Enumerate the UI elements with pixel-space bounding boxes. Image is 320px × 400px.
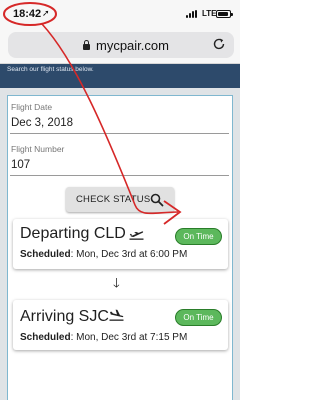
departure-title: Departing CLD	[20, 225, 126, 242]
address-bar[interactable]: mycpair.com	[8, 32, 234, 58]
banner-text: Search our flight status below.	[7, 66, 94, 73]
arrival-title: Arriving SJC	[20, 308, 109, 325]
scheduled-label: Scheduled	[20, 332, 71, 343]
check-status-label: CHECK STATUS	[76, 194, 151, 205]
scheduled-label: Scheduled	[20, 249, 71, 260]
network-type: LTE	[202, 9, 217, 18]
flight-date-label: Flight Date	[11, 102, 53, 112]
status-time: 18:42	[13, 8, 42, 20]
flight-date-field[interactable]: Dec 3, 2018	[11, 117, 73, 129]
flight-number-label: Flight Number	[11, 144, 65, 154]
departure-card: Departing CLD On Time Scheduled: Mon, De…	[13, 219, 228, 269]
status-badge: On Time	[175, 228, 222, 245]
flight-number-field[interactable]: 107	[11, 159, 30, 171]
arrival-card: Arriving SJC On Time Scheduled: Mon, Dec…	[13, 300, 228, 350]
battery-icon	[216, 10, 233, 18]
check-status-button[interactable]: CHECK STATUS	[66, 187, 174, 212]
departure-schedule: Scheduled: Mon, Dec 3rd at 6:00 PM	[20, 249, 187, 260]
reload-icon[interactable]	[212, 37, 226, 51]
location-arrow-icon: ➚	[42, 8, 50, 18]
down-arrow-icon: 🡓	[113, 275, 120, 290]
arrival-schedule: Scheduled: Mon, Dec 3rd at 7:15 PM	[20, 332, 187, 343]
status-bar: 18:42 ➚ LTE	[0, 0, 240, 28]
url-text[interactable]: mycpair.com	[96, 38, 169, 53]
lock-icon	[83, 40, 90, 50]
flight-number-underline	[10, 175, 229, 176]
search-icon	[150, 193, 164, 207]
plane-arrival-icon	[109, 309, 124, 321]
browser-toolbar: mycpair.com	[0, 28, 240, 64]
signal-bars-icon	[186, 10, 200, 18]
scheduled-time: : Mon, Dec 3rd at 7:15 PM	[70, 332, 188, 343]
status-badge: On Time	[175, 309, 222, 326]
plane-departure-icon	[129, 231, 144, 240]
scheduled-time: : Mon, Dec 3rd at 6:00 PM	[70, 249, 188, 260]
flight-date-underline	[10, 133, 229, 134]
